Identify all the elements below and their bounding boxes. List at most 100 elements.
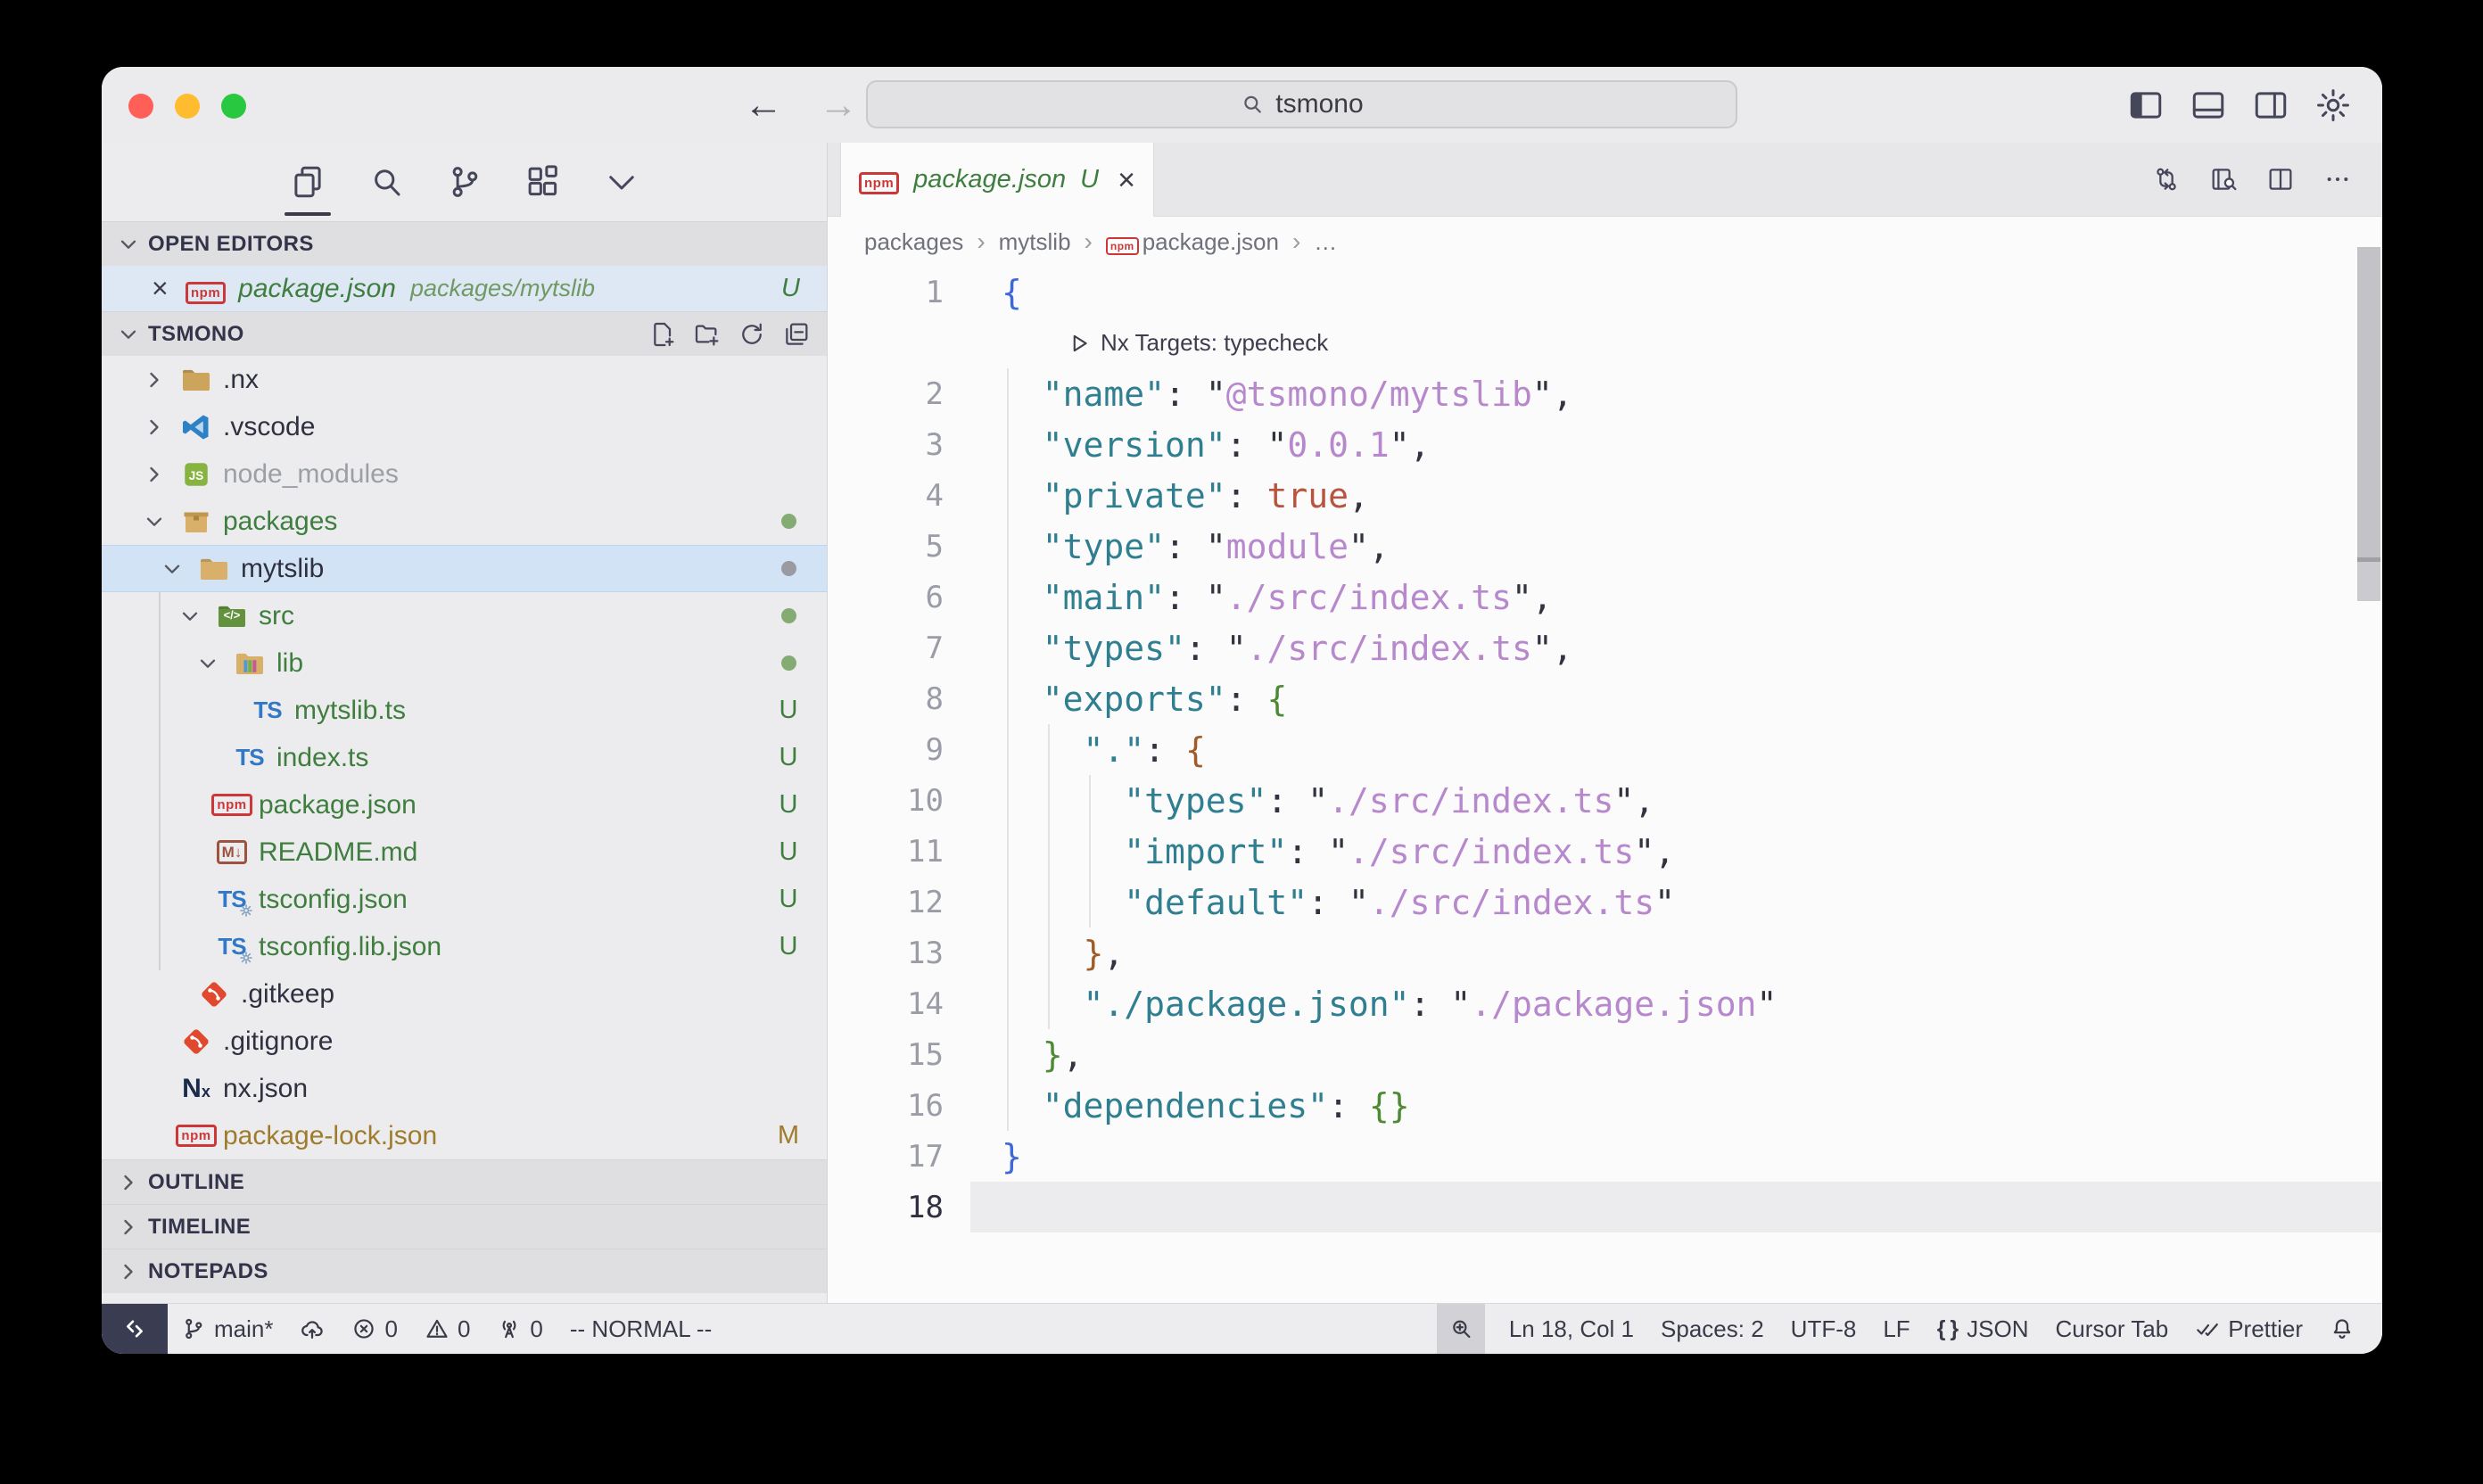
open-preview-button[interactable] — [2209, 165, 2238, 194]
code-line-15[interactable]: 15 }, — [828, 1029, 2382, 1080]
node-icon: JS — [180, 458, 212, 491]
cursor-position[interactable]: Ln 18, Col 1 — [1496, 1304, 1647, 1354]
refresh-explorer-button[interactable] — [738, 320, 766, 349]
collapse-folders-button[interactable] — [782, 320, 811, 349]
ts-gear-icon: TS — [216, 884, 248, 916]
tree-item-tsconfig-json[interactable]: TS tsconfig.json U — [102, 876, 827, 923]
cursor-tab[interactable]: Cursor Tab — [2042, 1304, 2182, 1354]
navigate-forward-button[interactable]: → — [819, 83, 858, 128]
errors[interactable]: 0 — [338, 1304, 410, 1354]
code-line-8[interactable]: 8 "exports": { — [828, 673, 2382, 724]
tree-item-tsconfig-lib-json[interactable]: TS tsconfig.lib.json U — [102, 923, 827, 970]
tree-item-packages[interactable]: packages — [102, 498, 827, 545]
toggle-secondary-sidebar-button[interactable] — [2252, 87, 2289, 124]
code-line-6[interactable]: 6 "main": "./src/index.ts", — [828, 572, 2382, 622]
git-branch-status[interactable]: main* — [168, 1304, 286, 1354]
code-area[interactable]: 1 {Nx Targets: typecheck 2 "name": "@tsm… — [828, 267, 2382, 1303]
tree-item-mytslib[interactable]: mytslib — [102, 545, 827, 592]
warnings[interactable]: 0 — [411, 1304, 483, 1354]
breadcrumb-item[interactable]: npmpackage.json — [1106, 228, 1279, 256]
tree-item--vscode[interactable]: .vscode — [102, 403, 827, 450]
editor-actions — [2152, 143, 2382, 216]
code-line-2[interactable]: 2 "name": "@tsmono/mytslib", — [828, 368, 2382, 419]
ports[interactable]: 0 — [483, 1304, 556, 1354]
minimize-window-button[interactable] — [175, 94, 200, 119]
tree-item-node-modules[interactable]: JS node_modules — [102, 450, 827, 498]
compare-changes-button[interactable] — [2152, 165, 2181, 194]
tree-item-package-lock-json[interactable]: npm package-lock.json M — [102, 1112, 827, 1159]
tree-item-label: .gitignore — [223, 1026, 333, 1057]
split-editor-button[interactable] — [2266, 165, 2295, 194]
activity-source-control[interactable] — [446, 143, 483, 221]
code-line-4[interactable]: 4 "private": true, — [828, 470, 2382, 521]
workspace-title: TSMONO — [148, 322, 244, 347]
open-editors-header[interactable]: OPEN EDITORS — [102, 221, 827, 266]
tree-item-label: packages — [223, 507, 337, 537]
code-line-3[interactable]: 3 "version": "0.0.1", — [828, 419, 2382, 470]
toggle-panel-button[interactable] — [2190, 87, 2227, 124]
more-actions-button[interactable] — [2323, 165, 2352, 194]
panel-header-notepads[interactable]: NOTEPADS — [102, 1249, 827, 1293]
zoom-window-button[interactable] — [221, 94, 246, 119]
code-line-13[interactable]: 13 }, — [828, 928, 2382, 978]
tree-item-lib[interactable]: lib — [102, 639, 827, 687]
language-mode[interactable]: { }JSON — [1924, 1304, 2042, 1354]
breadcrumb-item[interactable]: packages — [864, 228, 963, 256]
settings-button[interactable] — [2314, 87, 2352, 124]
code-line-12[interactable]: 12 "default": "./src/index.ts" — [828, 877, 2382, 928]
activity-extensions[interactable] — [524, 143, 562, 221]
tree-item-nx-json[interactable]: Nx nx.json — [102, 1065, 827, 1112]
workspace-header[interactable]: TSMONO — [102, 311, 827, 356]
encoding[interactable]: UTF-8 — [1778, 1304, 1870, 1354]
tree-item--nx[interactable]: .nx — [102, 356, 827, 403]
tree-item-src[interactable]: </> src — [102, 592, 827, 639]
breadcrumb-item[interactable]: … — [1314, 228, 1337, 256]
code-line-5[interactable]: 5 "type": "module", — [828, 521, 2382, 572]
activity-search[interactable] — [367, 143, 405, 221]
tree-item--gitignore[interactable]: .gitignore — [102, 1018, 827, 1065]
close-tab-button[interactable]: × — [1118, 165, 1135, 195]
code-line-14[interactable]: 14 "./package.json": "./package.json" — [828, 978, 2382, 1029]
breadcrumb-item[interactable]: mytslib — [999, 228, 1071, 256]
tree-item-package-json[interactable]: npm package.json U — [102, 781, 827, 829]
close-window-button[interactable] — [128, 94, 153, 119]
tree-item--gitkeep[interactable]: .gitkeep — [102, 970, 827, 1018]
new-file-button[interactable] — [648, 320, 677, 349]
git-status-badge: U — [773, 696, 804, 725]
code-line-11[interactable]: 11 "import": "./src/index.ts", — [828, 826, 2382, 877]
formatter[interactable]: Prettier — [2182, 1304, 2316, 1354]
codelens[interactable]: Nx Targets: typecheck — [828, 317, 2382, 368]
code-line-10[interactable]: 10 "types": "./src/index.ts", — [828, 775, 2382, 826]
panel-header-outline[interactable]: OUTLINE — [102, 1159, 827, 1204]
activity-explorer[interactable] — [289, 143, 326, 221]
new-folder-button[interactable] — [693, 320, 722, 349]
breadcrumb-separator: › — [1085, 227, 1093, 256]
editor-scrollbar[interactable] — [2357, 247, 2380, 601]
tree-item-index-ts[interactable]: TS index.ts U — [102, 734, 827, 781]
sync-changes[interactable] — [286, 1304, 338, 1354]
vim-mode[interactable]: -- NORMAL -- — [557, 1304, 725, 1354]
code-line-9[interactable]: 9 ".": { — [828, 724, 2382, 775]
remote-indicator[interactable] — [102, 1304, 168, 1354]
toggle-primary-sidebar-button[interactable] — [2127, 87, 2165, 124]
code-line-1[interactable]: 1 { — [828, 267, 2382, 317]
tree-item-label: tsconfig.lib.json — [259, 932, 441, 962]
navigate-back-button[interactable]: ← — [744, 83, 783, 128]
tree-item-README-md[interactable]: M↓ README.md U — [102, 829, 827, 876]
indentation[interactable]: Spaces: 2 — [1647, 1304, 1778, 1354]
eol[interactable]: LF — [1869, 1304, 1923, 1354]
panel-header-timeline[interactable]: TIMELINE — [102, 1204, 827, 1249]
code-line-16[interactable]: 16 "dependencies": {} — [828, 1080, 2382, 1131]
code-line-17[interactable]: 17 } — [828, 1131, 2382, 1182]
open-editor-item[interactable]: × npm package.json packages/mytslib U — [102, 266, 827, 311]
activity-more-views[interactable] — [603, 143, 640, 221]
code-line-18[interactable]: 18 — [828, 1182, 2382, 1233]
tab-package-json[interactable]: npm package.json U × — [840, 143, 1154, 217]
screencast-zoom[interactable] — [1437, 1304, 1485, 1354]
file-tree: .nx .vscode JS node_modules packages myt… — [102, 356, 827, 1159]
code-line-7[interactable]: 7 "types": "./src/index.ts", — [828, 622, 2382, 673]
close-editor-icon[interactable]: × — [152, 272, 186, 305]
tree-item-mytslib-ts[interactable]: TS mytslib.ts U — [102, 687, 827, 734]
notifications[interactable] — [2316, 1304, 2368, 1354]
command-center-search[interactable]: tsmono — [866, 80, 1737, 128]
